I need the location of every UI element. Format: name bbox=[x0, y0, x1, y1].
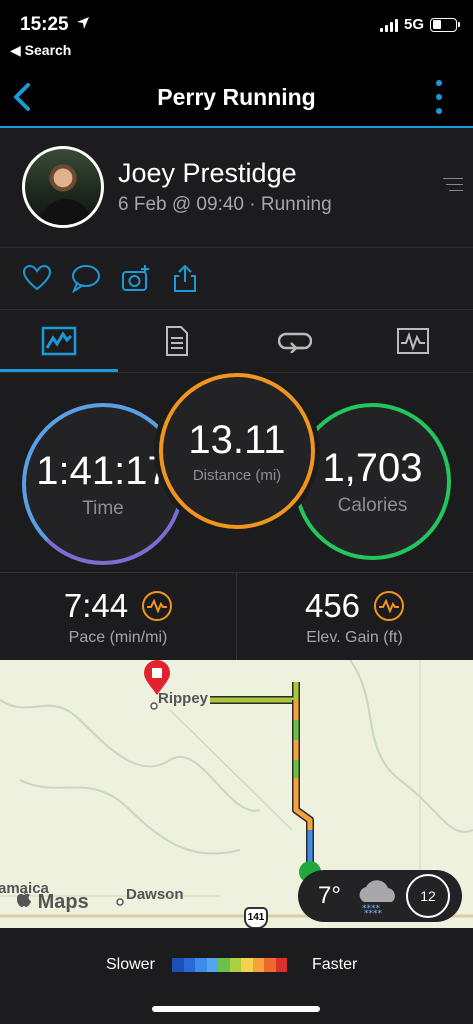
activity-tabs bbox=[0, 310, 473, 372]
legend-swatch bbox=[275, 958, 287, 972]
apple-maps-logo: Maps bbox=[16, 890, 89, 914]
calories-ring: 1,703 Calories bbox=[294, 403, 451, 560]
time-value: 1:41:17 bbox=[36, 448, 170, 493]
time-ring: 1:41:17 Time bbox=[22, 403, 184, 565]
pace-value: 7:44 bbox=[63, 587, 129, 624]
document-icon bbox=[166, 326, 188, 356]
home-indicator[interactable] bbox=[152, 1006, 320, 1012]
legend-swatch bbox=[252, 958, 264, 972]
maps-logo-text: Maps bbox=[37, 891, 89, 913]
legend-slower: Slower bbox=[106, 956, 155, 973]
route-map[interactable]: Rippey amaica Dawson Maps 141 7° **** **… bbox=[0, 660, 473, 928]
pace-stat[interactable]: 7:44 Pace (min/mi) bbox=[0, 573, 236, 661]
action-row bbox=[0, 248, 473, 310]
pulse-icon bbox=[142, 591, 173, 621]
distance-label: Distance (mi) bbox=[192, 467, 282, 484]
legend-swatch bbox=[264, 958, 276, 972]
legend-color-scale bbox=[172, 958, 287, 972]
activity-header: Joey Prestidge 6 Feb @ 09:40 · Running bbox=[0, 130, 473, 248]
legend-swatch bbox=[206, 958, 218, 972]
stats-panel: 1:41:17 Time 1,703 Calories 13.11 Distan… bbox=[0, 372, 473, 572]
signal-icon bbox=[379, 18, 398, 32]
apple-icon bbox=[17, 891, 31, 907]
heart-icon[interactable] bbox=[22, 263, 52, 293]
back-to-search-link[interactable]: ◀ Search bbox=[10, 42, 71, 59]
more-options-icon[interactable] bbox=[435, 80, 443, 114]
stats-icon bbox=[41, 326, 77, 356]
elevation-label: Elev. Gain (ft) bbox=[306, 629, 403, 646]
weather-pill[interactable]: 7° **** **** 12 bbox=[298, 870, 462, 922]
nav-bar: Perry Running bbox=[0, 66, 473, 128]
tab-laps[interactable] bbox=[236, 310, 354, 372]
add-photo-icon[interactable] bbox=[121, 263, 151, 293]
hamburger-icon[interactable] bbox=[443, 178, 463, 196]
legend-swatch bbox=[218, 958, 230, 972]
share-icon[interactable] bbox=[170, 263, 200, 293]
user-name[interactable]: Joey Prestidge bbox=[118, 158, 297, 189]
legend-swatch bbox=[183, 958, 195, 972]
status-indicators: 5G bbox=[379, 16, 460, 33]
tab-details[interactable] bbox=[118, 310, 236, 372]
highway-shield: 141 bbox=[244, 907, 268, 928]
pulse-icon bbox=[374, 591, 405, 621]
pace-label: Pace (min/mi) bbox=[68, 629, 168, 646]
avatar[interactable] bbox=[22, 146, 104, 228]
activity-meta: 6 Feb @ 09:40 · Running bbox=[118, 194, 332, 215]
elevation-value: 456 bbox=[304, 587, 361, 624]
snow-cloud-icon: **** **** bbox=[359, 880, 395, 916]
svg-text:****: **** bbox=[364, 909, 383, 916]
battery-icon bbox=[430, 17, 460, 32]
page-title: Perry Running bbox=[157, 84, 316, 110]
chart-icon bbox=[397, 328, 429, 354]
laps-icon bbox=[278, 332, 312, 353]
temperature: 7° bbox=[318, 882, 341, 909]
status-bar: 15:25 ◀ Search 5G bbox=[0, 0, 473, 66]
comment-icon[interactable] bbox=[71, 263, 101, 293]
map-label-rippey: Rippey bbox=[158, 690, 209, 707]
wind-speed: 12 bbox=[406, 874, 450, 918]
legend-faster: Faster bbox=[312, 956, 358, 973]
network-type: 5G bbox=[403, 16, 424, 33]
elevation-stat[interactable]: 456 Elev. Gain (ft) bbox=[236, 573, 472, 661]
location-arrow-icon bbox=[77, 17, 89, 29]
legend-swatch bbox=[172, 958, 184, 972]
legend-swatch bbox=[195, 958, 207, 972]
calories-label: Calories bbox=[337, 495, 408, 516]
calories-value: 1,703 bbox=[322, 446, 423, 490]
status-time: 15:25 bbox=[20, 14, 69, 35]
distance-value: 13.11 bbox=[188, 418, 286, 462]
distance-ring: 13.11 Distance (mi) bbox=[159, 373, 315, 529]
tab-charts[interactable] bbox=[354, 310, 472, 372]
time-label: Time bbox=[82, 497, 124, 519]
tab-stats[interactable] bbox=[0, 310, 118, 372]
legend-swatch bbox=[229, 958, 241, 972]
map-label-dawson: Dawson bbox=[126, 886, 184, 903]
secondary-stats: 7:44 Pace (min/mi) 456 Elev. Gain (ft) bbox=[0, 572, 473, 661]
legend-swatch bbox=[241, 958, 253, 972]
